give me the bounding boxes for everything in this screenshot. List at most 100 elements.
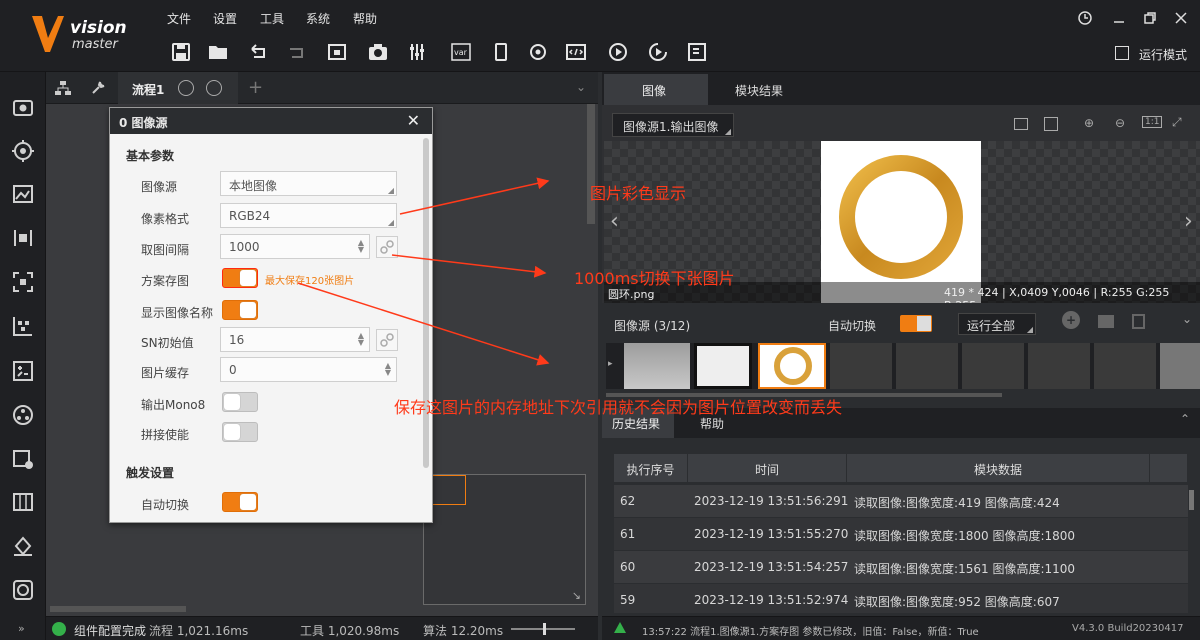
variable-icon[interactable]: var <box>450 41 472 63</box>
delete-icon[interactable] <box>1132 314 1145 329</box>
save-icon[interactable] <box>170 41 192 63</box>
collapse-up-icon[interactable]: ⌃ <box>1180 412 1190 426</box>
image-source-select[interactable]: 图像源1.输出图像 ◢ <box>612 113 734 137</box>
strip-left-arrow-icon[interactable]: ▸ <box>608 359 613 369</box>
thumbnail-image[interactable] <box>1160 343 1200 389</box>
sn-start-input[interactable]: 16 ▲ ▼ <box>220 327 370 352</box>
zoom-slider-handle[interactable] <box>543 623 546 635</box>
restore-icon[interactable] <box>1142 10 1158 26</box>
compute-tool-icon[interactable] <box>11 359 35 383</box>
flow-run-icon[interactable] <box>178 80 194 96</box>
collapse-icon[interactable]: ⌄ <box>1182 312 1192 326</box>
column-header-data[interactable]: 模块数据 <box>847 454 1150 482</box>
add-folder-icon[interactable] <box>1098 315 1114 328</box>
history-scrollbar[interactable] <box>1189 490 1194 510</box>
thumbnail-image[interactable] <box>896 343 958 389</box>
dialog-scrollbar[interactable] <box>423 138 429 468</box>
show-name-toggle[interactable] <box>222 300 258 320</box>
add-flow-icon[interactable]: + <box>248 77 263 98</box>
run-mode-button[interactable]: 运行模式 <box>1115 44 1195 64</box>
camera-manager-icon[interactable] <box>326 41 348 63</box>
clock-icon[interactable] <box>1077 10 1093 26</box>
table-row[interactable]: 60 2023-12-19 13:51:54:257 读取图像:图像宽度:1561 … <box>614 551 1188 584</box>
tab-image[interactable]: 图像 <box>604 74 708 105</box>
expand-rail-icon[interactable]: » <box>18 622 25 635</box>
run-all-button[interactable]: 运行全部 ◢ <box>958 313 1036 335</box>
stepper-icon[interactable]: ▲ ▼ <box>358 239 364 254</box>
device-icon[interactable] <box>490 41 512 63</box>
column-header-time[interactable]: 时间 <box>688 454 847 482</box>
menu-tools[interactable]: 工具 <box>260 10 284 27</box>
flow-tree-icon[interactable] <box>54 80 72 96</box>
defect-tool-icon[interactable] <box>11 490 35 514</box>
column-header-index[interactable]: 执行序号 <box>614 454 688 482</box>
flow-loop-icon[interactable] <box>206 80 222 96</box>
grid-view-icon[interactable] <box>1044 117 1058 131</box>
open-folder-icon[interactable] <box>207 41 229 63</box>
thumbnail-image-selected[interactable] <box>758 343 826 389</box>
prev-image-icon[interactable]: ‹ <box>610 209 619 234</box>
locate-tool-icon[interactable] <box>11 139 35 163</box>
auto-switch-toggle[interactable] <box>900 315 932 332</box>
calibrate-tool-icon[interactable] <box>11 314 35 338</box>
communication-icon[interactable] <box>527 41 549 63</box>
thumbnail-image[interactable] <box>1028 343 1090 389</box>
table-row[interactable]: 59 2023-12-19 13:51:52:974 读取图像:图像宽度:952 图… <box>614 584 1188 614</box>
interval-input[interactable]: 1000 ▲ ▼ <box>220 234 370 259</box>
color-tool-icon[interactable] <box>11 534 35 558</box>
next-image-icon[interactable]: › <box>1184 209 1193 234</box>
recognize-tool-icon[interactable] <box>11 270 35 294</box>
report-icon[interactable] <box>686 41 708 63</box>
zoom-out-icon[interactable]: ⊖ <box>1115 116 1125 130</box>
pixel-format-select[interactable]: RGB24 ◢ <box>220 203 397 228</box>
import-icon[interactable] <box>248 41 270 63</box>
interval-link-button[interactable] <box>376 236 398 258</box>
fit-window-icon[interactable]: ⤢ <box>1172 115 1182 130</box>
logic-tool-icon[interactable] <box>11 403 35 427</box>
thumbnail-image[interactable] <box>694 343 752 389</box>
zoom-in-icon[interactable]: ⊕ <box>1084 116 1094 130</box>
menu-settings[interactable]: 设置 <box>213 10 237 27</box>
dialog-close-icon[interactable]: ✕ <box>407 111 420 130</box>
thumbnail-image[interactable] <box>962 343 1024 389</box>
stitch-toggle[interactable] <box>222 422 258 442</box>
export-icon[interactable] <box>286 41 308 63</box>
menu-file[interactable]: 文件 <box>167 10 191 27</box>
image-process-tool-icon[interactable] <box>11 447 35 471</box>
horizontal-scrollbar[interactable] <box>50 606 186 612</box>
wrench-icon[interactable] <box>90 80 106 96</box>
stepper-icon[interactable]: ▲ ▼ <box>358 332 364 347</box>
zoom-slider[interactable] <box>511 623 575 635</box>
table-row[interactable]: 62 2023-12-19 13:51:56:291 读取图像:图像宽度:419 图… <box>614 485 1188 518</box>
cache-input[interactable]: 0 ▲ ▼ <box>220 357 397 382</box>
script-icon[interactable] <box>565 41 587 63</box>
add-image-icon[interactable]: + <box>1062 311 1080 329</box>
resize-grip-icon[interactable]: ↘ <box>572 589 581 602</box>
mono8-toggle[interactable] <box>222 392 258 412</box>
thumbnail-image[interactable] <box>1094 343 1156 389</box>
sn-link-button[interactable] <box>376 329 398 351</box>
mini-map-viewport[interactable] <box>432 475 466 505</box>
measure-tool-icon[interactable] <box>11 226 35 250</box>
thumbnail-strip[interactable]: ▸ <box>606 343 1200 389</box>
mini-map[interactable]: ↘ <box>423 474 586 605</box>
capture-tool-icon[interactable] <box>11 95 35 119</box>
run-loop-icon[interactable] <box>647 41 669 63</box>
actual-size-icon[interactable]: 1:1 <box>1142 116 1163 128</box>
single-view-icon[interactable] <box>1014 118 1028 130</box>
minimize-icon[interactable] <box>1111 10 1127 26</box>
chevron-down-icon[interactable]: ⌄ <box>576 80 586 94</box>
run-once-icon[interactable] <box>607 41 629 63</box>
auto-switch-toggle[interactable] <box>222 492 258 512</box>
close-icon[interactable] <box>1173 10 1189 26</box>
thumbnail-image[interactable] <box>830 343 892 389</box>
menu-system[interactable]: 系统 <box>306 10 330 27</box>
menu-help[interactable]: 帮助 <box>353 10 377 27</box>
canvas-scrollbar[interactable] <box>587 104 595 224</box>
image-source-select[interactable]: 本地图像 ◢ <box>220 171 397 196</box>
image-edit-tool-icon[interactable] <box>11 182 35 206</box>
scheme-save-toggle[interactable] <box>222 268 258 288</box>
stepper-icon[interactable]: ▲ ▼ <box>385 362 391 377</box>
tab-module-results[interactable]: 模块结果 <box>735 82 783 99</box>
deep-learning-tool-icon[interactable] <box>11 578 35 602</box>
